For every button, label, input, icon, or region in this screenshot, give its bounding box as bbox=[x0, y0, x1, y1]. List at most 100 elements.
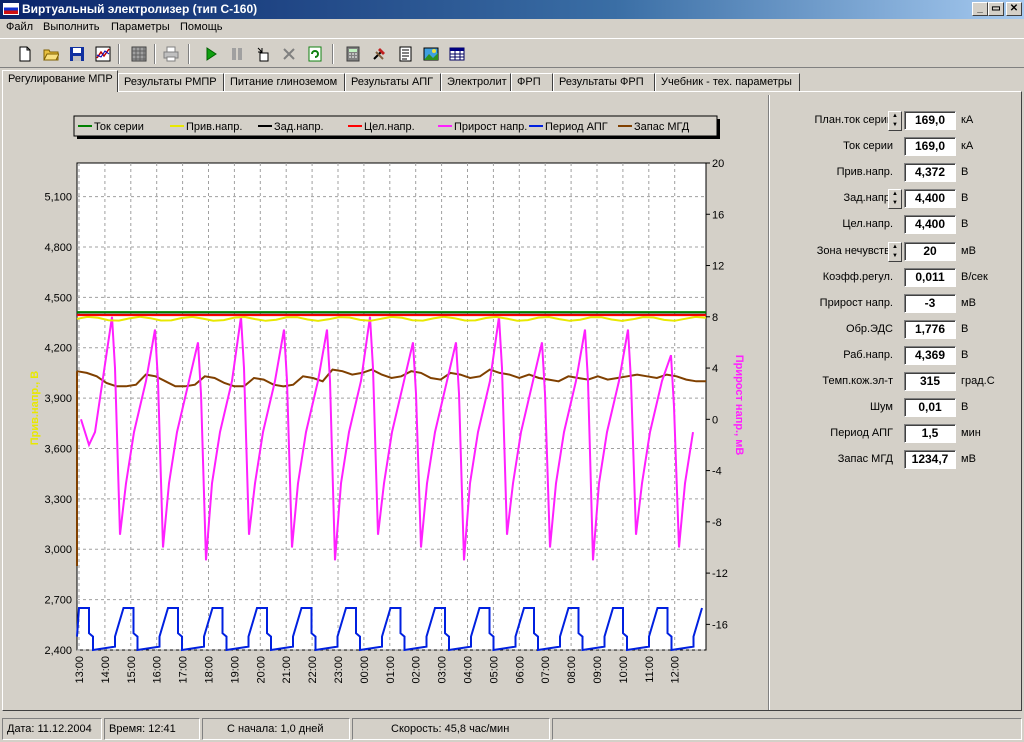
menu-file[interactable]: Файл bbox=[6, 21, 33, 33]
legend-label: Зад.напр. bbox=[274, 121, 324, 133]
stop-icon[interactable] bbox=[278, 43, 300, 65]
y-left-tick: 4,200 bbox=[44, 343, 72, 355]
open-folder-icon[interactable] bbox=[40, 43, 62, 65]
pause-icon[interactable] bbox=[226, 43, 248, 65]
param-unit: В/сек bbox=[961, 270, 988, 283]
x-tick: 17:00 bbox=[178, 656, 190, 684]
x-tick: 03:00 bbox=[437, 656, 449, 684]
param-row: Запас МГД 1234,7 мВ bbox=[780, 449, 1015, 471]
param-label: Зад.напр. bbox=[843, 192, 893, 205]
tab-textbook[interactable]: Учебник - тех. параметры bbox=[655, 73, 800, 92]
param-value: 0,01 bbox=[904, 398, 956, 418]
tab-results-apg[interactable]: Результаты АПГ bbox=[345, 73, 441, 92]
legend-label: Запас МГД bbox=[634, 121, 690, 133]
x-tick: 02:00 bbox=[411, 656, 423, 684]
x-tick: 12:00 bbox=[670, 656, 682, 684]
param-label: Период АПГ bbox=[830, 427, 893, 440]
status-bar: Дата: 11.12.2004 Время: 12:41 С начала: … bbox=[0, 714, 1024, 742]
y-left-tick: 2,400 bbox=[44, 645, 72, 657]
y-right-tick: -4 bbox=[712, 466, 722, 478]
param-label: Зона нечувств. bbox=[816, 244, 893, 257]
new-file-icon[interactable] bbox=[14, 43, 36, 65]
menu-help[interactable]: Помощь bbox=[180, 21, 223, 33]
param-value[interactable]: 20 bbox=[904, 241, 956, 261]
y-right-tick: 8 bbox=[712, 312, 718, 324]
x-tick: 22:00 bbox=[307, 656, 319, 684]
spin-up-icon[interactable]: ▲ bbox=[889, 112, 901, 121]
window-title: Виртуальный электролизер (тип С-160) bbox=[22, 2, 258, 16]
legend-label: Период АПГ bbox=[545, 121, 608, 133]
param-unit: В bbox=[961, 401, 969, 414]
param-unit: мВ bbox=[961, 453, 976, 466]
print-icon[interactable] bbox=[160, 43, 182, 65]
x-tick: 06:00 bbox=[514, 656, 526, 684]
title-bar: Виртуальный электролизер (тип С-160) _ ▭… bbox=[0, 0, 1024, 19]
param-label: Цел.напр. bbox=[842, 218, 893, 231]
russian-flag-icon bbox=[3, 3, 19, 15]
tab-results-frp[interactable]: Результаты ФРП bbox=[553, 73, 655, 92]
param-value[interactable]: 169,0 bbox=[904, 111, 956, 130]
x-tick: 19:00 bbox=[229, 656, 241, 684]
param-unit: кА bbox=[961, 114, 974, 126]
tools-icon[interactable] bbox=[368, 43, 390, 65]
maximize-button[interactable]: ▭ bbox=[988, 2, 1004, 16]
y-right-tick: 16 bbox=[712, 209, 724, 221]
param-label: Обр.ЭДС bbox=[846, 322, 893, 335]
menu-params[interactable]: Параметры bbox=[111, 21, 170, 33]
save-icon[interactable] bbox=[66, 43, 88, 65]
menu-bar: Файл Выполнить Параметры Помощь bbox=[0, 19, 1024, 38]
y-left-tick: 4,500 bbox=[44, 292, 72, 304]
status-speed: Скорость: 45,8 час/мин bbox=[352, 718, 550, 740]
x-tick: 18:00 bbox=[204, 656, 216, 684]
spin-button[interactable]: ▲ ▼ bbox=[888, 111, 902, 131]
param-value[interactable]: 4,400 bbox=[904, 189, 956, 209]
y-left-tick: 2,700 bbox=[44, 595, 72, 607]
y-left-tick: 4,800 bbox=[44, 242, 72, 254]
param-value: 1,776 bbox=[904, 319, 956, 339]
tab-results-rmpr[interactable]: Результаты РМПР bbox=[118, 73, 224, 92]
y-right-tick: 0 bbox=[712, 414, 718, 426]
y-left-tick: 5,100 bbox=[44, 192, 72, 204]
spin-button[interactable]: ▲ ▼ bbox=[888, 189, 902, 210]
param-unit: мВ bbox=[961, 296, 976, 309]
spin-button[interactable]: ▲ ▼ bbox=[888, 241, 902, 262]
tab-frp[interactable]: ФРП bbox=[511, 73, 553, 92]
param-label: Шум bbox=[869, 401, 893, 414]
spin-down-icon[interactable]: ▼ bbox=[889, 252, 901, 261]
param-label: Прирост напр. bbox=[819, 296, 893, 309]
param-row: План.ток серии ▲ ▼ 169,0 кА bbox=[780, 110, 1015, 132]
tab-electrolyte[interactable]: Электролит bbox=[441, 73, 511, 92]
chart-icon[interactable] bbox=[92, 43, 114, 65]
x-tick: 10:00 bbox=[618, 656, 630, 684]
param-value: 0,011 bbox=[904, 267, 956, 287]
spin-up-icon[interactable]: ▲ bbox=[889, 190, 901, 199]
spin-down-icon[interactable]: ▼ bbox=[889, 121, 901, 130]
y-right-tick: -12 bbox=[712, 568, 728, 580]
minimize-button[interactable]: _ bbox=[972, 2, 988, 16]
grid-icon[interactable] bbox=[128, 43, 150, 65]
refresh-icon[interactable] bbox=[304, 43, 326, 65]
x-tick: 05:00 bbox=[488, 656, 500, 684]
spin-up-icon[interactable]: ▲ bbox=[889, 243, 901, 252]
image-icon[interactable] bbox=[420, 43, 442, 65]
menu-run[interactable]: Выполнить bbox=[43, 21, 99, 33]
x-tick: 07:00 bbox=[540, 656, 552, 684]
play-icon[interactable] bbox=[200, 43, 222, 65]
param-row: Коэфф.регул. 0,011 В/сек bbox=[780, 267, 1015, 289]
tab-regulation-mpr[interactable]: Регулирование МПР bbox=[2, 70, 118, 92]
spin-down-icon[interactable]: ▼ bbox=[889, 199, 901, 208]
param-label: Запас МГД bbox=[837, 453, 893, 466]
close-button[interactable]: ✕ bbox=[1006, 2, 1022, 16]
tab-alumina-feed[interactable]: Питание глиноземом bbox=[224, 73, 345, 92]
y-right-tick: 4 bbox=[712, 363, 718, 375]
step-icon[interactable] bbox=[252, 43, 274, 65]
legend-label: Цел.напр. bbox=[364, 121, 415, 133]
legend-label: Прив.напр. bbox=[186, 121, 242, 133]
calculator-icon[interactable] bbox=[342, 43, 364, 65]
table-icon[interactable] bbox=[446, 43, 468, 65]
param-row: Цел.напр. 4,400 В bbox=[780, 214, 1015, 236]
param-row: Шум 0,01 В bbox=[780, 397, 1015, 419]
report-icon[interactable] bbox=[394, 43, 416, 65]
param-row: Раб.напр. 4,369 В bbox=[780, 345, 1015, 367]
y-left-tick: 3,900 bbox=[44, 393, 72, 405]
